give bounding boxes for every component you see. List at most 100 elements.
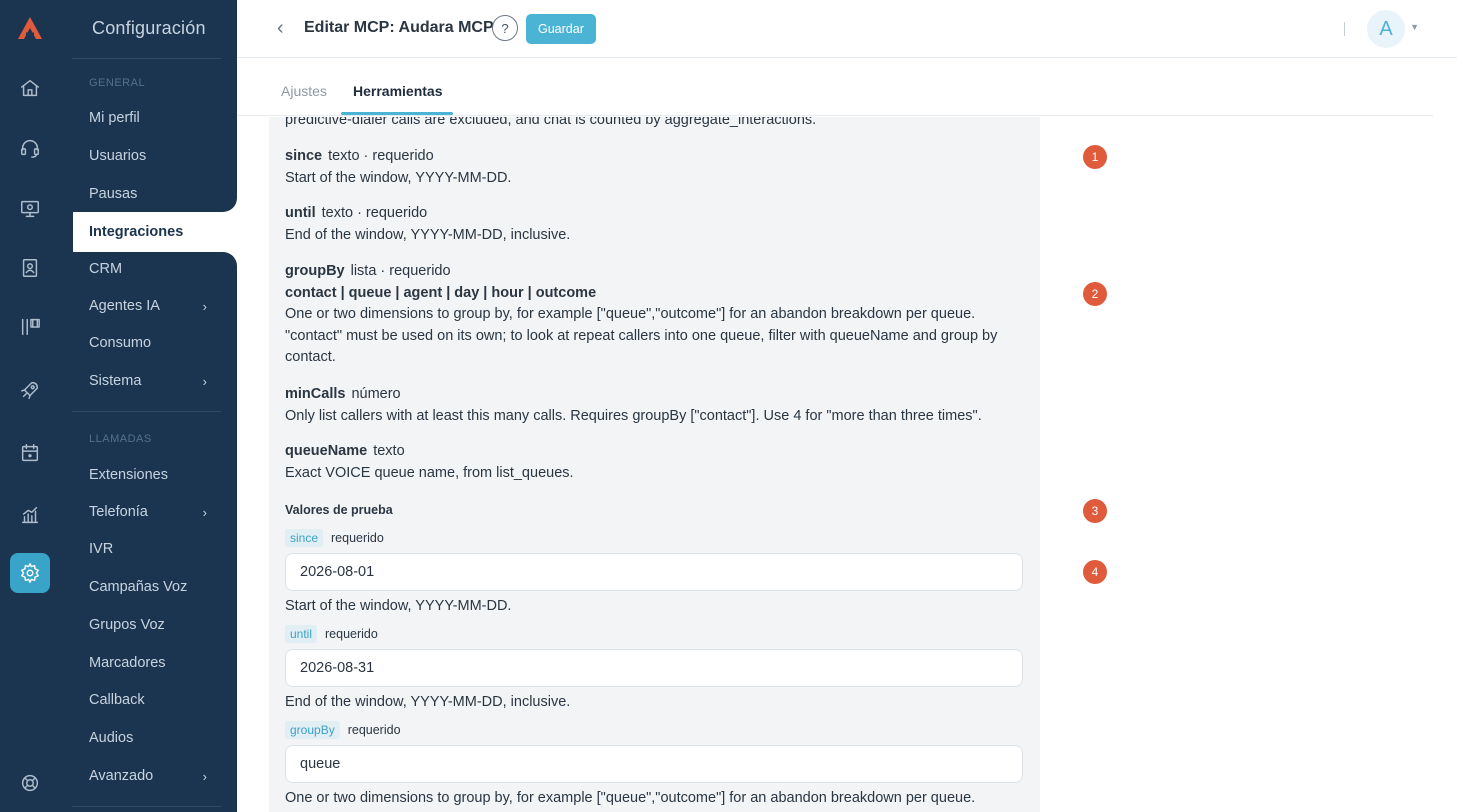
sidebar-item-label: Agentes IA: [89, 298, 160, 314]
sidebar-item-integraciones[interactable]: Integraciones: [73, 212, 237, 252]
avatar[interactable]: A: [1367, 10, 1405, 48]
marker-badge: 1: [1083, 145, 1107, 169]
marker-badge: 4: [1083, 560, 1107, 584]
param-tag: groupBy: [285, 721, 340, 739]
calendar-icon[interactable]: [16, 439, 44, 467]
section-general: GENERAL: [89, 77, 146, 89]
page-header: ‹ Editar MCP: Audara MCP ? Guardar A ▼: [237, 0, 1457, 58]
sidebar-item-telefonia[interactable]: Telefonía ›: [89, 497, 237, 527]
param-groupby: groupBy lista · requerido contact | queue…: [285, 261, 1015, 369]
param-type: texto · requerido: [328, 148, 434, 164]
param-tag: until: [285, 625, 318, 643]
param-name: groupBy: [285, 263, 345, 279]
active-notch-top: [73, 198, 237, 212]
param-until: until texto · requerido End of the window…: [285, 203, 1015, 246]
sidebar-item-callback[interactable]: Callback: [89, 685, 237, 715]
divider: [72, 411, 221, 412]
sidebar-item-extensiones[interactable]: Extensiones: [89, 460, 237, 490]
settings-icon[interactable]: [10, 553, 50, 593]
tab-herramientas[interactable]: Herramientas: [353, 83, 443, 99]
required-label: requerido: [331, 531, 384, 545]
queues-icon[interactable]: [16, 313, 44, 341]
sidebar-item-audios[interactable]: Audios: [89, 723, 237, 753]
divider: [1344, 22, 1345, 36]
param-description: contact.: [285, 349, 336, 365]
headset-icon[interactable]: [16, 134, 44, 162]
home-icon[interactable]: [16, 74, 44, 102]
param-type: lista · requerido: [350, 263, 451, 279]
param-options: contact | queue | agent | day | hour | o…: [285, 284, 597, 301]
marker-badge: 2: [1083, 282, 1107, 306]
test-until-input[interactable]: [285, 649, 1023, 687]
param-description: One or two dimensions to group by, for e…: [285, 306, 976, 322]
param-type: número: [351, 386, 401, 402]
chevron-right-icon: ›: [202, 299, 207, 314]
param-queuename: queueName texto Exact VOICE queue name, f…: [285, 441, 1015, 484]
param-name: until: [285, 205, 316, 221]
test-since-input[interactable]: [285, 553, 1023, 591]
tool-description: predictive-dialer calls are excluded, an…: [285, 117, 817, 128]
chevron-down-icon[interactable]: ▼: [1410, 22, 1419, 32]
sidebar-item-crm[interactable]: CRM: [89, 254, 237, 284]
lifebuoy-icon[interactable]: [16, 769, 44, 797]
sidebar-title: Configuración: [92, 18, 206, 38]
brand-logo[interactable]: [14, 12, 46, 44]
chevron-right-icon: ›: [202, 769, 207, 784]
sidebar-item-mi-perfil[interactable]: Mi perfil: [89, 103, 237, 133]
param-description: End of the window, YYYY-MM-DD, inclusive…: [285, 226, 571, 243]
test-groupby-label: groupBy requerido: [285, 721, 401, 739]
test-since-label: since requerido: [285, 529, 384, 547]
param-mincalls: minCalls número Only list callers with at…: [285, 384, 1015, 427]
section-llamadas: LLAMADAS: [89, 433, 152, 445]
save-button[interactable]: Guardar: [526, 14, 596, 44]
sidebar-item-ivr[interactable]: IVR: [89, 534, 237, 564]
sidebar-item-consumo[interactable]: Consumo: [89, 328, 237, 358]
required-label: requerido: [347, 723, 401, 737]
back-icon[interactable]: ‹: [277, 17, 284, 40]
test-since-hint: Start of the window, YYYY-MM-DD.: [285, 598, 512, 614]
active-tab-indicator: [341, 112, 453, 115]
sidebar-item-label: Telefonía: [89, 504, 148, 520]
help-icon[interactable]: ?: [492, 15, 518, 41]
sidebar-item-label: Sistema: [89, 373, 142, 389]
param-type: texto: [373, 443, 405, 459]
page-title: Editar MCP: Audara MCP: [304, 19, 494, 36]
test-groupby-hint: One or two dimensions to group by, for e…: [285, 790, 976, 806]
sidebar-item-sistema[interactable]: Sistema ›: [89, 366, 237, 396]
sidebar-item-label: Avanzado: [89, 768, 154, 784]
icon-rail: [0, 0, 60, 812]
sidebar-item-avanzado[interactable]: Avanzado ›: [89, 761, 237, 791]
tab-bar: Ajustes Herramientas: [237, 59, 1433, 116]
settings-sidebar: Configuración GENERAL Mi perfil Usuarios…: [60, 0, 237, 812]
sidebar-item-grupos-voz[interactable]: Grupos Voz: [89, 610, 237, 640]
param-name: minCalls: [285, 386, 346, 402]
tool-detail-panel: predictive-dialer calls are excluded, an…: [269, 117, 1040, 812]
param-tag: since: [285, 529, 324, 547]
param-name: queueName: [285, 443, 368, 459]
test-values-heading: Valores de prueba: [285, 503, 393, 517]
contacts-icon[interactable]: [16, 254, 44, 282]
chevron-right-icon: ›: [202, 505, 207, 520]
param-since: since texto · requerido Start of the wind…: [285, 146, 1015, 189]
marker-badge: 3: [1083, 499, 1107, 523]
param-name: since: [285, 148, 323, 164]
rocket-icon[interactable]: [16, 376, 44, 404]
param-type: texto · requerido: [321, 205, 428, 221]
param-description: Exact VOICE queue name, from list_queues…: [285, 464, 574, 481]
chart-icon[interactable]: [16, 501, 44, 529]
test-until-label: until requerido: [285, 625, 378, 643]
required-label: requerido: [325, 627, 378, 641]
monitor-icon[interactable]: [16, 195, 44, 223]
divider: [72, 806, 221, 807]
divider: [72, 58, 221, 59]
param-description: Only list callers with at least this man…: [285, 407, 982, 424]
sidebar-item-usuarios[interactable]: Usuarios: [89, 141, 237, 171]
test-until-hint: End of the window, YYYY-MM-DD, inclusive…: [285, 694, 571, 710]
tab-ajustes[interactable]: Ajustes: [281, 83, 327, 99]
test-groupby-input[interactable]: [285, 745, 1023, 783]
chevron-right-icon: ›: [202, 374, 207, 389]
sidebar-item-campanas-voz[interactable]: Campañas Voz: [89, 572, 237, 602]
param-description: Start of the window, YYYY-MM-DD.: [285, 169, 512, 186]
sidebar-item-marcadores[interactable]: Marcadores: [89, 648, 237, 678]
sidebar-item-agentes-ia[interactable]: Agentes IA ›: [89, 291, 237, 321]
